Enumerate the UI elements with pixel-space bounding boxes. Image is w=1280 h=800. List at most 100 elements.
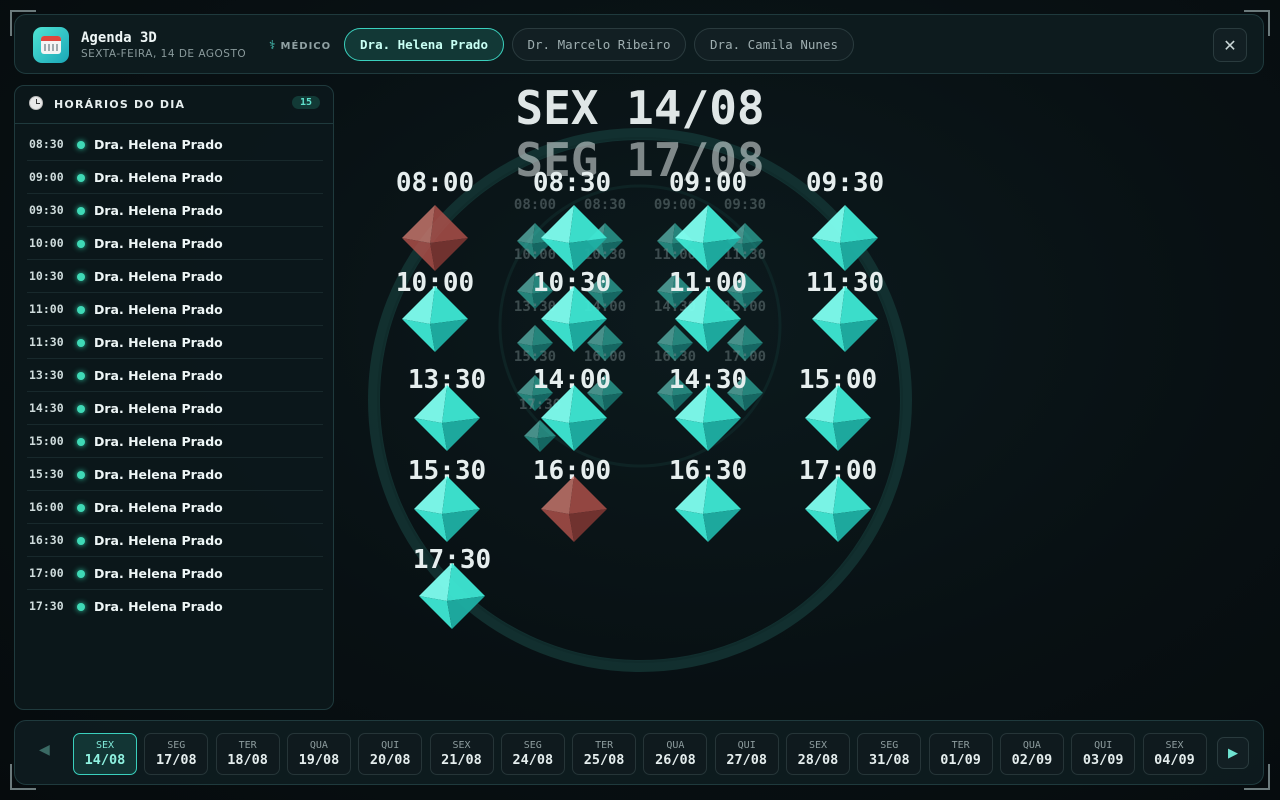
status-dot bbox=[77, 471, 85, 479]
agenda-3d-scene[interactable]: SEG 17/08 08:00 08:30 09:00 09:30 10:00 10:30 1… bbox=[340, 76, 1270, 716]
day-slots-panel: HORÁRIOS DO DIA 15 08:30 Dra. Helena Prad… bbox=[14, 85, 334, 710]
date-chip[interactable]: QUI 27/08 bbox=[714, 733, 779, 775]
slot-doctor: Dra. Helena Prado bbox=[94, 467, 223, 482]
slot-row[interactable]: 16:30 Dra. Helena Prado bbox=[27, 525, 323, 557]
clock-icon bbox=[29, 96, 43, 110]
date-chip[interactable]: QUA 02/09 bbox=[999, 733, 1064, 775]
status-dot bbox=[77, 504, 85, 512]
date-day: 24/08 bbox=[512, 752, 554, 768]
slot-row[interactable]: 11:30 Dra. Helena Prado bbox=[27, 327, 323, 359]
date-weekday: QUA bbox=[666, 740, 685, 751]
calendar-icon bbox=[33, 27, 69, 63]
prev-dates-button[interactable]: ◀ bbox=[39, 742, 50, 758]
slot-row[interactable]: 10:00 Dra. Helena Prado bbox=[27, 228, 323, 260]
front-time-label: 09:00 bbox=[669, 168, 747, 198]
slot-doctor: Dra. Helena Prado bbox=[94, 137, 223, 152]
slot-doctor: Dra. Helena Prado bbox=[94, 368, 223, 383]
date-weekday: SEX bbox=[1165, 740, 1184, 751]
slot-list: 08:30 Dra. Helena Prado 09:00 Dra. Helena P… bbox=[27, 129, 323, 623]
date-weekday: QUA bbox=[1022, 740, 1041, 751]
status-dot bbox=[77, 273, 85, 281]
scene-canvas[interactable]: SEG 17/0808:00 08:30 09:00 09:3010:00 10:30 1… bbox=[340, 76, 1270, 716]
date-weekday: SEX bbox=[808, 740, 828, 751]
slot-time: 17:00 bbox=[29, 566, 64, 580]
front-time-label: 08:30 bbox=[533, 168, 611, 198]
front-time-label: 08:00 bbox=[396, 168, 474, 198]
date-day: 02/09 bbox=[1011, 752, 1053, 768]
date-chip[interactable]: SEG 24/08 bbox=[500, 733, 565, 775]
date-chip[interactable]: QUA 26/08 bbox=[643, 733, 708, 775]
slot-time: 16:00 bbox=[29, 500, 64, 514]
doctor-chip-marcelo[interactable]: Dr. Marcelo Ribeiro bbox=[512, 28, 686, 61]
slot-row[interactable]: 09:30 Dra. Helena Prado bbox=[27, 195, 323, 227]
panel-header: HORÁRIOS DO DIA 15 bbox=[15, 86, 333, 124]
date-day: 17/08 bbox=[155, 752, 197, 768]
back-time-label: 10:00 bbox=[514, 247, 556, 263]
slot-doctor: Dra. Helena Prado bbox=[94, 302, 223, 317]
triangle-left-icon: ◀ bbox=[39, 742, 50, 758]
date-chip[interactable]: SEG 17/08 bbox=[144, 733, 209, 775]
status-dot bbox=[77, 207, 85, 215]
slot-row[interactable]: 14:30 Dra. Helena Prado bbox=[27, 393, 323, 425]
status-dot bbox=[77, 603, 85, 611]
date-chip[interactable]: SEG 31/08 bbox=[857, 733, 922, 775]
status-dot bbox=[77, 570, 85, 578]
date-weekday: SEX bbox=[95, 740, 115, 751]
date-weekday: QUA bbox=[309, 740, 328, 751]
slot-row[interactable]: 17:00 Dra. Helena Prado bbox=[27, 558, 323, 590]
date-chip[interactable]: TER 18/08 bbox=[215, 733, 280, 775]
date-day: 31/08 bbox=[868, 752, 910, 768]
app-title: Agenda 3D bbox=[81, 30, 157, 46]
slot-row[interactable]: 15:30 Dra. Helena Prado bbox=[27, 459, 323, 491]
slot-time: 11:30 bbox=[29, 335, 64, 349]
next-dates-button[interactable]: ▶ bbox=[1217, 737, 1249, 769]
doctor-chip-helena[interactable]: Dra. Helena Prado bbox=[344, 28, 504, 61]
slot-row[interactable]: 15:00 Dra. Helena Prado bbox=[27, 426, 323, 458]
slot-row[interactable]: 17:30 Dra. Helena Prado bbox=[27, 591, 323, 622]
back-time-label: 11:30 bbox=[724, 247, 766, 263]
status-dot bbox=[77, 174, 85, 182]
slot-row[interactable]: 13:30 Dra. Helena Prado bbox=[27, 360, 323, 392]
slot-row[interactable]: 16:00 Dra. Helena Prado bbox=[27, 492, 323, 524]
slot-doctor: Dra. Helena Prado bbox=[94, 170, 223, 185]
slot-row[interactable]: 10:30 Dra. Helena Prado bbox=[27, 261, 323, 293]
date-day: 28/08 bbox=[797, 752, 839, 768]
close-button[interactable]: ✕ bbox=[1213, 28, 1247, 62]
slot-time: 13:30 bbox=[29, 368, 64, 382]
date-chip[interactable]: SEX 04/09 bbox=[1142, 733, 1207, 775]
date-weekday: QUI bbox=[737, 740, 756, 751]
doctor-chip-camila[interactable]: Dra. Camila Nunes bbox=[694, 28, 854, 61]
status-dot bbox=[77, 306, 85, 314]
date-chip[interactable]: QUI 03/09 bbox=[1071, 733, 1136, 775]
date-day: 03/09 bbox=[1082, 752, 1124, 768]
slot-time: 10:30 bbox=[29, 269, 64, 283]
date-chip[interactable]: SEX 21/08 bbox=[429, 733, 494, 775]
date-chip[interactable]: TER 25/08 bbox=[572, 733, 637, 775]
slot-time: 15:30 bbox=[29, 467, 64, 481]
back-time-label: 17:00 bbox=[724, 349, 766, 365]
back-time-label: 08:00 bbox=[514, 197, 556, 213]
date-chip[interactable]: TER 01/09 bbox=[928, 733, 993, 775]
date-weekday: TER bbox=[951, 740, 970, 751]
date-weekday: SEG bbox=[167, 740, 186, 751]
date-day: 25/08 bbox=[583, 752, 625, 768]
date-chip[interactable]: QUA 19/08 bbox=[286, 733, 351, 775]
slot-time: 15:00 bbox=[29, 434, 64, 448]
date-chip[interactable]: SEX 14/08 bbox=[73, 733, 137, 775]
date-day: 19/08 bbox=[298, 752, 340, 768]
slot-row[interactable]: 09:00 Dra. Helena Prado bbox=[27, 162, 323, 194]
slot-row[interactable]: 11:00 Dra. Helena Prado bbox=[27, 294, 323, 326]
status-dot bbox=[77, 339, 85, 347]
slot-doctor: Dra. Helena Prado bbox=[94, 566, 223, 581]
date-chip[interactable]: SEX 28/08 bbox=[786, 733, 850, 775]
status-dot bbox=[77, 141, 85, 149]
date-weekday: TER bbox=[595, 740, 614, 751]
back-time-label: 16:00 bbox=[584, 349, 626, 365]
slot-time: 09:00 bbox=[29, 170, 64, 184]
slot-row[interactable]: 08:30 Dra. Helena Prado bbox=[27, 129, 323, 161]
slot-time: 08:30 bbox=[29, 137, 64, 151]
slot-time: 10:00 bbox=[29, 236, 64, 250]
back-time-label: 09:30 bbox=[724, 197, 766, 213]
date-chip[interactable]: QUI 20/08 bbox=[358, 733, 423, 775]
panel-title: HORÁRIOS DO DIA bbox=[54, 98, 186, 111]
